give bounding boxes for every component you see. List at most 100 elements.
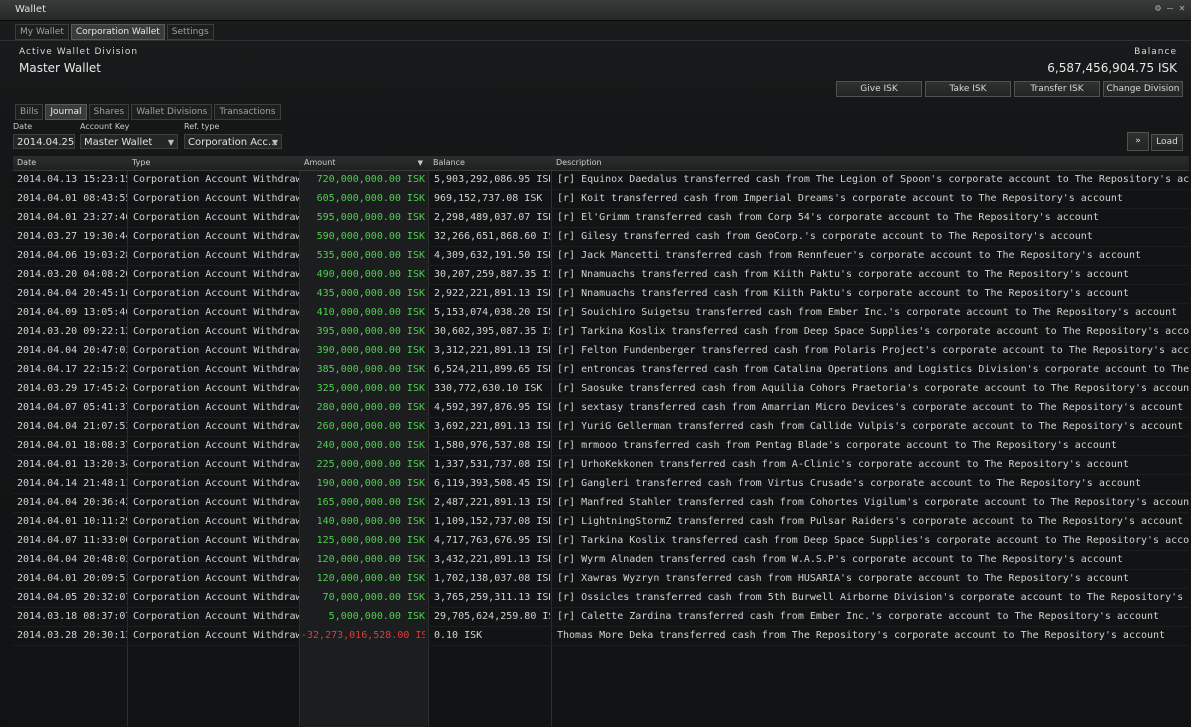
- row-balance: 29,705,624,259.80 ISK: [434, 611, 550, 622]
- column-header-date[interactable]: Date: [13, 156, 127, 170]
- row-balance: 3,765,259,311.13 ISK: [434, 592, 550, 603]
- table-row[interactable]: 2014.04.09 13:05:46 Corporation Account W…: [13, 304, 1189, 323]
- row-date: 2014.04.09 13:05:46: [17, 307, 127, 318]
- row-description: [r] Nnamuachs transferred cash from Kiit…: [557, 288, 1129, 299]
- row-amount: 490,000,000.00 ISK: [316, 269, 425, 280]
- row-amount: 435,000,000.00 ISK: [316, 288, 425, 299]
- row-description: [r] Equinox Daedalus transferred cash fr…: [557, 174, 1189, 185]
- account-key-select[interactable]: Master Wallet ▼: [80, 134, 178, 149]
- row-type: Corporation Account Withdrawal: [133, 174, 299, 185]
- row-type: Corporation Account Withdrawal: [133, 402, 299, 413]
- row-date: 2014.04.04 20:45:16: [17, 288, 127, 299]
- column-header-balance[interactable]: Balance: [429, 156, 551, 170]
- wallet-window: Wallet ⚙ – ✕ My Wallet Corporation Walle…: [0, 0, 1191, 727]
- row-balance: 5,153,074,038.20 ISK: [434, 307, 550, 318]
- change-division-button[interactable]: Change Division: [1103, 81, 1183, 97]
- take-isk-button[interactable]: Take ISK: [925, 81, 1011, 97]
- row-balance: 3,432,221,891.13 ISK: [434, 554, 550, 565]
- row-balance: 969,152,737.08 ISK: [434, 193, 543, 204]
- table-row[interactable]: 2014.04.07 05:41:37 Corporation Account W…: [13, 399, 1189, 418]
- column-header-type[interactable]: Type: [128, 156, 299, 170]
- minimize-icon[interactable]: –: [1164, 3, 1176, 15]
- row-description: [r] Manfred Stahler transferred cash fro…: [557, 497, 1189, 508]
- date-filter-input[interactable]: 2014.04.25: [13, 134, 75, 149]
- row-date: 2014.04.06 19:03:28: [17, 250, 127, 261]
- ref-type-label: Ref. type: [184, 122, 220, 131]
- close-icon[interactable]: ✕: [1176, 3, 1188, 15]
- table-row[interactable]: 2014.04.13 15:23:15 Corporation Account W…: [13, 171, 1189, 190]
- table-row[interactable]: 2014.03.20 04:08:20 Corporation Account W…: [13, 266, 1189, 285]
- transfer-isk-button[interactable]: Transfer ISK: [1014, 81, 1100, 97]
- table-row[interactable]: 2014.04.01 20:09:51 Corporation Account W…: [13, 570, 1189, 589]
- column-header-amount[interactable]: Amount ▼: [300, 156, 428, 170]
- table-row[interactable]: 2014.04.04 20:47:03 Corporation Account W…: [13, 342, 1189, 361]
- row-amount: 260,000,000.00 ISK: [316, 421, 425, 432]
- tab-transactions[interactable]: Transactions: [214, 104, 281, 120]
- table-row[interactable]: 2014.04.01 23:27:46 Corporation Account W…: [13, 209, 1189, 228]
- row-type: Corporation Account Withdrawal: [133, 535, 299, 546]
- row-date: 2014.04.01 10:11:29: [17, 516, 127, 527]
- tab-settings[interactable]: Settings: [166, 24, 214, 40]
- row-description: [r] Gilesy transferred cash from GeoCorp…: [557, 231, 1093, 242]
- row-balance: 30,602,395,087.35 ISK: [434, 326, 550, 337]
- corp-wallet-subtabs: Bills Journal Shares Wallet Divisions Tr…: [15, 104, 283, 120]
- settings-icon[interactable]: ⚙: [1152, 3, 1164, 15]
- ref-type-value: Corporation Acc…: [188, 137, 278, 148]
- chevron-down-icon: ▼: [271, 138, 278, 147]
- row-description: [r] Calette Zardina transferred cash fro…: [557, 611, 1160, 622]
- divider: [0, 40, 1191, 41]
- table-row[interactable]: 2014.04.04 20:48:03 Corporation Account W…: [13, 551, 1189, 570]
- table-row[interactable]: 2014.04.04 20:45:16 Corporation Account W…: [13, 285, 1189, 304]
- row-date: 2014.04.01 08:43:55: [17, 193, 127, 204]
- tab-my-wallet[interactable]: My Wallet: [15, 24, 69, 40]
- row-balance: 1,580,976,537.08 ISK: [434, 440, 550, 451]
- title-bar[interactable]: Wallet ⚙ – ✕: [0, 0, 1191, 21]
- row-date: 2014.04.04 20:36:42: [17, 497, 127, 508]
- ref-type-select[interactable]: Corporation Acc… ▼: [184, 134, 282, 149]
- column-header-description[interactable]: Description: [552, 156, 852, 170]
- tab-bills[interactable]: Bills: [15, 104, 44, 120]
- row-date: 2014.04.01 20:09:51: [17, 573, 127, 584]
- row-balance: 4,592,397,876.95 ISK: [434, 402, 550, 413]
- row-type: Corporation Account Withdrawal: [133, 421, 299, 432]
- table-row[interactable]: 2014.03.20 09:22:12 Corporation Account W…: [13, 323, 1189, 342]
- row-date: 2014.04.01 13:20:34: [17, 459, 127, 470]
- row-date: 2014.03.20 04:08:20: [17, 269, 127, 280]
- row-date: 2014.04.13 15:23:15: [17, 174, 127, 185]
- row-type: Corporation Account Withdrawal: [133, 231, 299, 242]
- row-description: [r] LightningStormZ transferred cash fro…: [557, 516, 1184, 527]
- table-row[interactable]: 2014.04.01 13:20:34 Corporation Account W…: [13, 456, 1189, 475]
- table-row[interactable]: 2014.03.27 19:30:44 Corporation Account W…: [13, 228, 1189, 247]
- expand-icon[interactable]: »: [1127, 132, 1149, 151]
- tab-wallet-divisions[interactable]: Wallet Divisions: [131, 104, 213, 120]
- give-isk-button[interactable]: Give ISK: [836, 81, 922, 97]
- table-row[interactable]: 2014.04.01 08:43:55 Corporation Account W…: [13, 190, 1189, 209]
- table-row[interactable]: 2014.04.06 19:03:28 Corporation Account W…: [13, 247, 1189, 266]
- load-button[interactable]: Load: [1151, 134, 1183, 151]
- table-row[interactable]: 2014.04.04 21:07:53 Corporation Account W…: [13, 418, 1189, 437]
- row-date: 2014.04.07 11:33:00: [17, 535, 127, 546]
- table-row[interactable]: 2014.04.14 21:48:11 Corporation Account W…: [13, 475, 1189, 494]
- row-description: [r] sextasy transferred cash from Amarri…: [557, 402, 1184, 413]
- row-date: 2014.03.28 20:30:13: [17, 630, 127, 641]
- row-type: Corporation Account Withdrawal: [133, 212, 299, 223]
- table-row[interactable]: 2014.04.04 20:36:42 Corporation Account W…: [13, 494, 1189, 513]
- table-row[interactable]: 2014.03.28 20:30:13 Corporation Account W…: [13, 627, 1189, 646]
- row-description: [r] Koit transferred cash from Imperial …: [557, 193, 1123, 204]
- table-row[interactable]: 2014.03.29 17:45:24 Corporation Account W…: [13, 380, 1189, 399]
- row-amount: 720,000,000.00 ISK: [316, 174, 425, 185]
- table-row[interactable]: 2014.04.17 22:15:22 Corporation Account W…: [13, 361, 1189, 380]
- table-header: Date Type Amount ▼ Balance Description: [13, 156, 1189, 171]
- row-type: Corporation Account Withdrawal: [133, 383, 299, 394]
- row-amount: 125,000,000.00 ISK: [316, 535, 425, 546]
- row-balance: 6,119,393,508.45 ISK: [434, 478, 550, 489]
- tab-journal[interactable]: Journal: [45, 104, 87, 120]
- table-row[interactable]: 2014.04.07 11:33:00 Corporation Account W…: [13, 532, 1189, 551]
- table-row[interactable]: 2014.04.01 18:08:37 Corporation Account W…: [13, 437, 1189, 456]
- table-row[interactable]: 2014.04.05 20:32:07 Corporation Account W…: [13, 589, 1189, 608]
- tab-corporation-wallet[interactable]: Corporation Wallet: [70, 24, 165, 40]
- table-row[interactable]: 2014.04.01 10:11:29 Corporation Account W…: [13, 513, 1189, 532]
- tab-shares[interactable]: Shares: [88, 104, 130, 120]
- table-row[interactable]: 2014.03.18 08:37:07 Corporation Account W…: [13, 608, 1189, 627]
- row-balance: 3,312,221,891.13 ISK: [434, 345, 550, 356]
